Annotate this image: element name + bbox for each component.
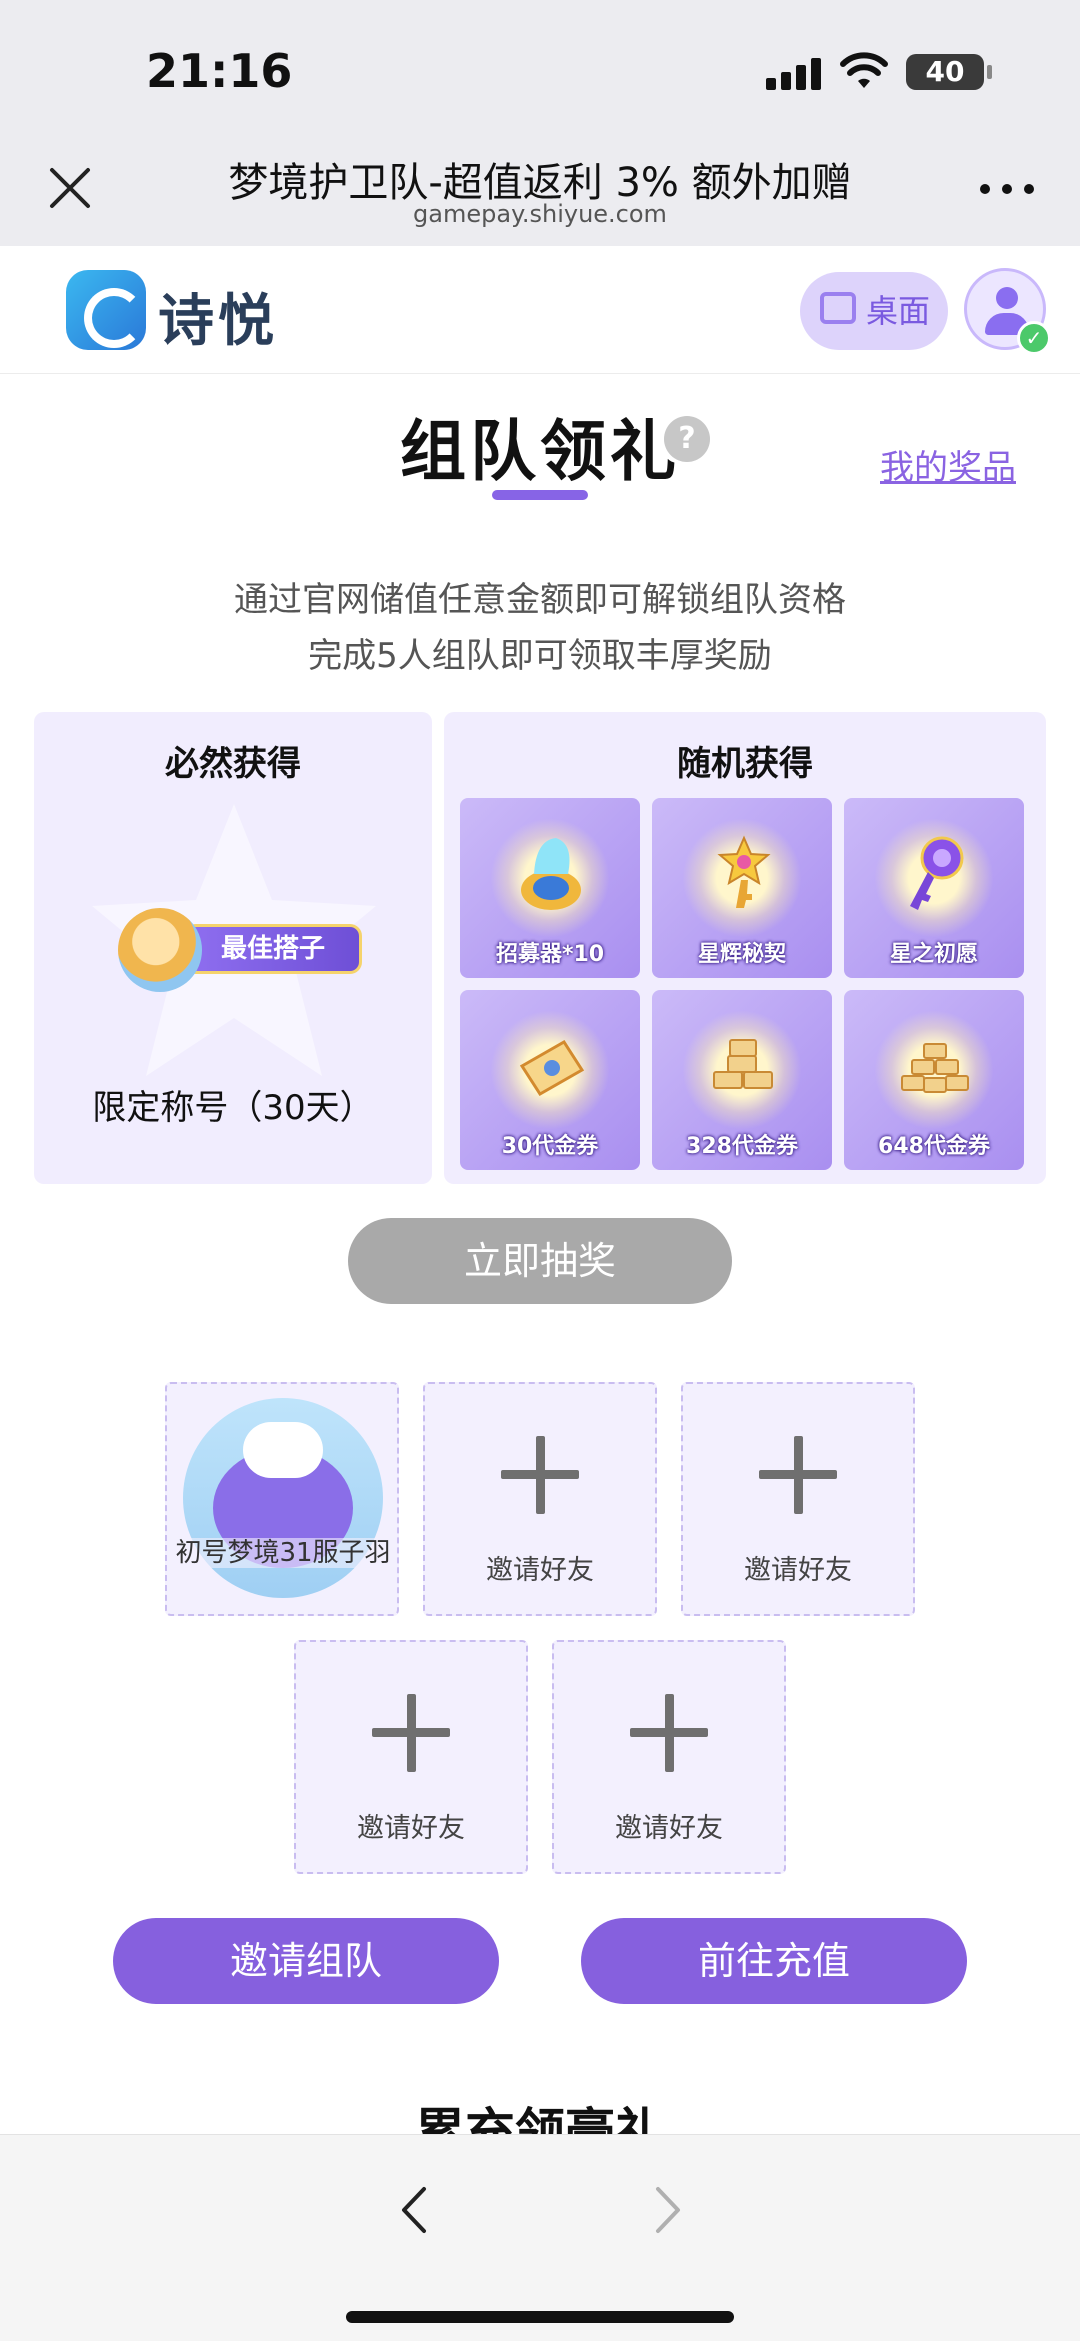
guaranteed-reward-panel: 必然获得 最佳搭子 限定称号（30天） — [34, 712, 432, 1184]
random-title: 随机获得 — [677, 744, 813, 784]
more-options-icon[interactable] — [980, 184, 1036, 198]
invite-friend-label: 邀请好友 — [486, 1555, 594, 1586]
go-recharge-button[interactable]: 前往充值 — [581, 1918, 967, 2004]
desktop-label: 桌面 — [866, 292, 931, 330]
browser-toolbar — [0, 2134, 1080, 2341]
reward-tile: 星之初愿 — [844, 798, 1024, 978]
draw-now-button[interactable]: 立即抽奖 — [348, 1218, 732, 1304]
cellular-signal-icon — [766, 58, 822, 90]
reward-tile: 648代金券 — [844, 990, 1024, 1170]
badge-text: 最佳搭子 — [184, 924, 362, 974]
battery-icon: 40 — [906, 54, 992, 90]
next-section-title: 累充领豪礼 — [415, 2103, 665, 2134]
add-to-desktop-button[interactable]: 桌面 — [800, 272, 948, 350]
voucher-icon — [519, 1039, 585, 1097]
logo-text: 诗悦 — [158, 289, 278, 354]
voucher-pile-icon — [901, 1043, 969, 1093]
site-header: 诗悦 桌面 ✓ — [0, 246, 1080, 374]
guaranteed-title: 必然获得 — [165, 744, 301, 784]
description-line-2: 完成5人组队即可领取丰厚奖励 — [308, 636, 772, 676]
member-avatar — [183, 1398, 383, 1598]
description-line-1: 通过官网储值任意金额即可解锁组队资格 — [234, 580, 846, 620]
invite-friend-label: 邀请好友 — [357, 1813, 465, 1844]
team-slot-invite[interactable]: 邀请好友 — [552, 1640, 786, 1874]
star-key-icon — [717, 835, 771, 908]
invite-friend-label: 邀请好友 — [615, 1813, 723, 1844]
voucher-stack-icon — [713, 1039, 773, 1089]
chibi-character-icon — [118, 908, 202, 992]
forward-arrow-icon[interactable] — [648, 2185, 688, 2235]
invite-team-button[interactable]: 邀请组队 — [113, 1918, 499, 2004]
shiyue-logo-icon — [66, 270, 146, 350]
user-avatar[interactable]: ✓ — [964, 268, 1051, 355]
recruiter-icon — [521, 838, 581, 910]
purple-key-icon — [910, 836, 964, 910]
status-time: 21:16 — [146, 44, 293, 98]
webview-header: 21:16 40 梦境护卫队-超值返利 3% 额外加赠 gamepay.shiy… — [0, 0, 1080, 246]
reward-tile: 星辉秘契 — [652, 798, 832, 978]
random-reward-panel: 随机获得 招募器*10 星辉秘契 星之初愿 30代金券 328代金券 648代金… — [444, 712, 1046, 1184]
wifi-icon — [840, 52, 888, 88]
close-icon[interactable] — [44, 162, 96, 214]
guaranteed-item-name: 限定称号（30天） — [92, 1088, 374, 1128]
reward-tile: 30代金券 — [460, 990, 640, 1170]
team-slot-invite[interactable]: 邀请好友 — [423, 1382, 657, 1616]
reward-tile: 招募器*10 — [460, 798, 640, 978]
member-name: 初号梦境31服子羽 — [173, 1538, 393, 1568]
invite-friend-label: 邀请好友 — [744, 1555, 852, 1586]
reward-tile: 328代金券 — [652, 990, 832, 1170]
verified-check-icon: ✓ — [1017, 321, 1051, 355]
title-badge: 最佳搭子 — [114, 908, 364, 992]
back-arrow-icon[interactable] — [394, 2185, 434, 2235]
team-slot-invite[interactable]: 邀请好友 — [294, 1640, 528, 1874]
webview-url: gamepay.shiyue.com — [413, 200, 667, 228]
help-icon[interactable]: ? — [664, 416, 710, 462]
team-slot-invite[interactable]: 邀请好友 — [681, 1382, 915, 1616]
title-underline — [492, 490, 588, 500]
desktop-icon — [820, 292, 856, 324]
team-slot-member: 初号梦境31服子羽 — [165, 1382, 399, 1616]
home-indicator — [346, 2311, 734, 2323]
my-prizes-link[interactable]: 我的奖品 — [880, 440, 1016, 489]
